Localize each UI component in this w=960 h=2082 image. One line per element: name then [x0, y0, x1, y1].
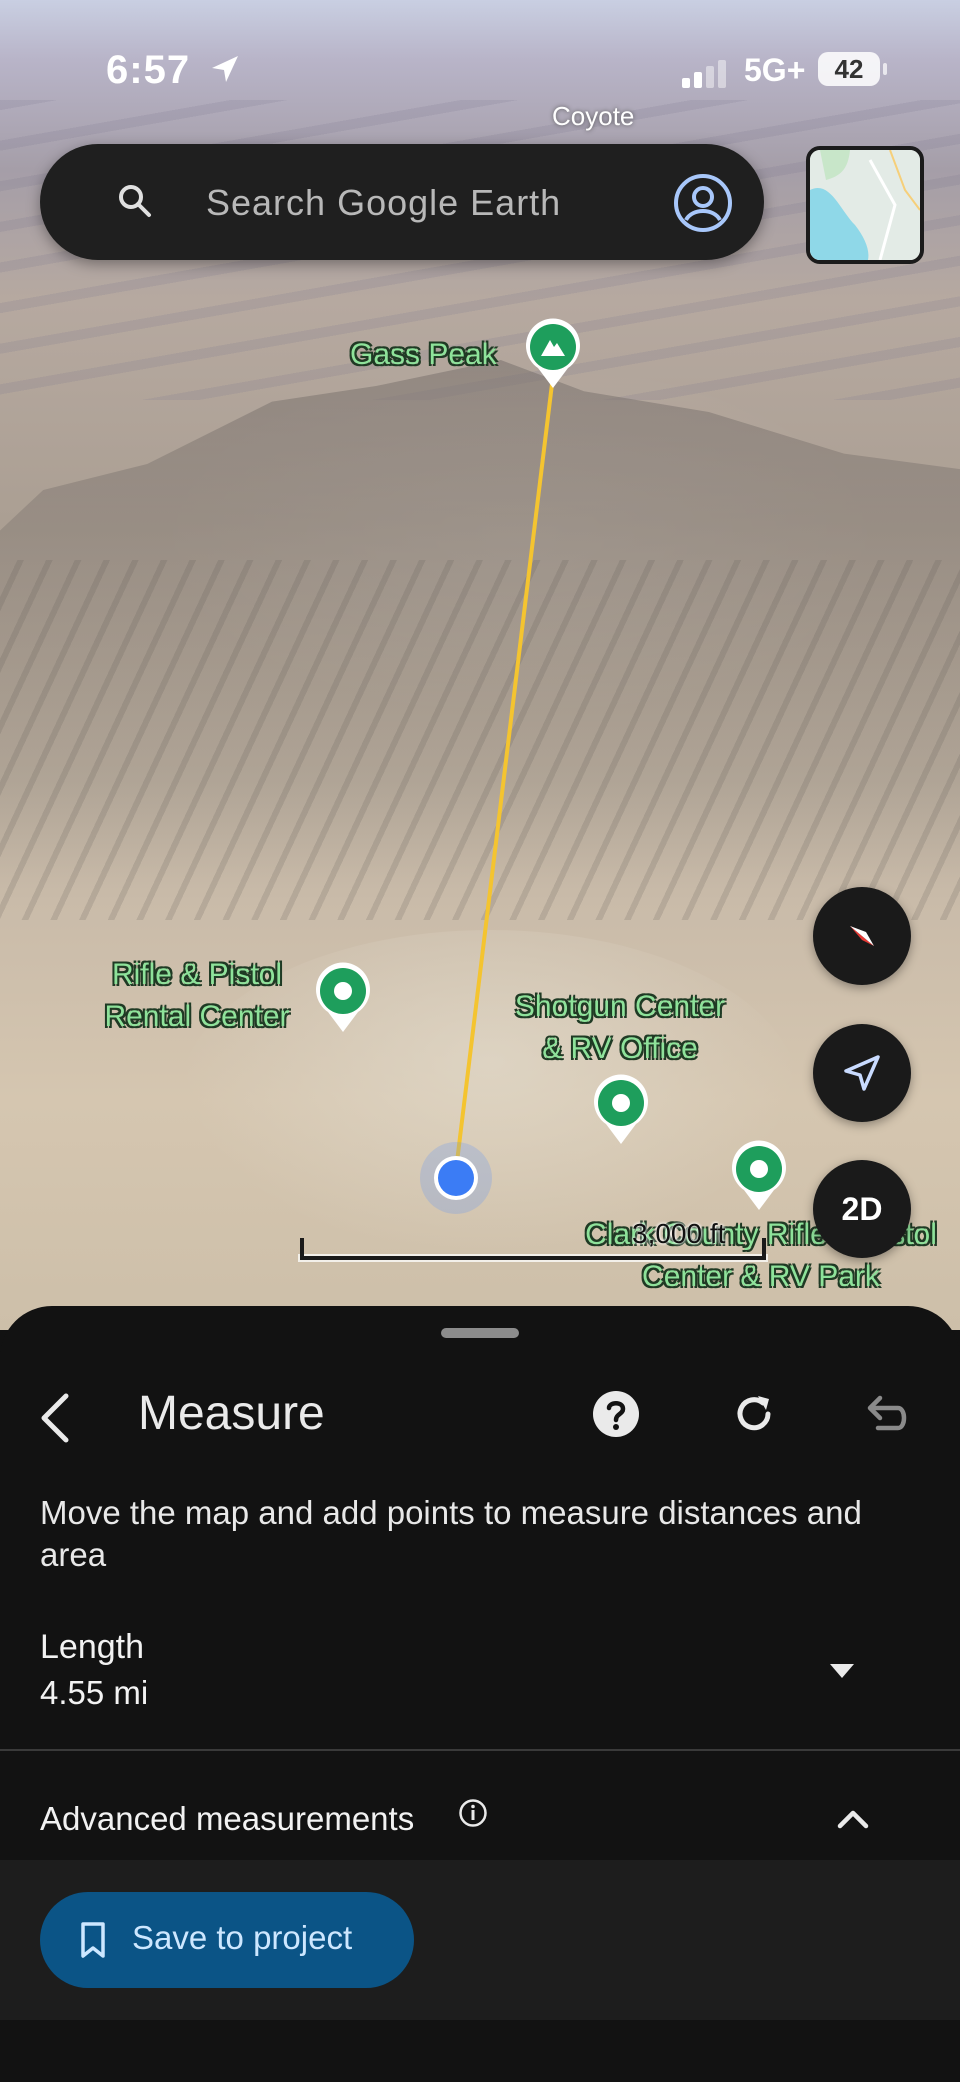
rifle-pistol-label-line2: Rental Center — [104, 1000, 290, 1033]
map-thumbnail-icon — [810, 150, 920, 260]
place-pin-icon — [316, 962, 370, 1032]
search-input[interactable]: Search Google Earth — [206, 182, 561, 224]
advanced-measurements-label[interactable]: Advanced measurements — [40, 1800, 414, 1838]
location-services-icon — [212, 56, 238, 82]
rifle-pistol-label[interactable]: Rifle & Pistol Rental Center — [92, 954, 302, 1038]
chevron-up-icon[interactable] — [836, 1808, 870, 1830]
rifle-pistol-label-line1: Rifle & Pistol — [111, 958, 283, 991]
gass-peak-pin[interactable] — [524, 318, 582, 395]
shotgun-center-label-line2: & RV Office — [542, 1032, 698, 1065]
battery-level: 42 — [834, 53, 864, 84]
cellular-signal-icon — [682, 60, 726, 88]
info-icon[interactable] — [458, 1798, 488, 1828]
mountain-pin-icon — [526, 318, 580, 388]
status-time: 6:57 — [106, 48, 191, 92]
shotgun-center-label[interactable]: Shotgun Center & RV Office — [500, 986, 740, 1070]
measure-panel: Measure Move the map and add points to m… — [0, 1306, 960, 2082]
view-mode-button[interactable]: 2D — [813, 1160, 911, 1258]
rifle-pistol-pin[interactable] — [314, 962, 372, 1039]
my-location-button[interactable] — [813, 1024, 911, 1122]
undo-icon[interactable] — [864, 1392, 910, 1436]
current-location-dot — [420, 1142, 492, 1214]
bookmark-icon — [81, 1922, 105, 1958]
save-to-project-label: Save to project — [132, 1919, 353, 1956]
place-pin-icon — [594, 1074, 648, 1144]
account-icon[interactable] — [672, 172, 734, 234]
save-to-project-button[interactable]: Save to project — [40, 1892, 414, 1988]
units-dropdown-icon[interactable] — [828, 1660, 856, 1680]
clark-county-pin[interactable] — [730, 1140, 788, 1217]
map-type-button[interactable] — [806, 146, 924, 264]
coyote-label: Coyote — [552, 101, 635, 131]
scale-label: 3,000 ft — [632, 1218, 726, 1249]
shotgun-center-label-line1: Shotgun Center — [514, 990, 726, 1023]
search-icon — [119, 185, 151, 217]
view-mode-label: 2D — [841, 1190, 883, 1227]
navigation-arrow-icon — [844, 1055, 880, 1091]
compass-icon — [850, 926, 874, 946]
compass-button[interactable] — [813, 887, 911, 985]
place-pin-icon — [732, 1140, 786, 1210]
length-label: Length — [40, 1628, 144, 1666]
gass-peak-label[interactable]: Gass Peak — [350, 334, 497, 376]
clark-county-label-line2: Center & RV Park — [642, 1260, 880, 1293]
battery-icon: 42 — [818, 52, 887, 86]
refresh-icon[interactable] — [730, 1390, 778, 1438]
help-icon[interactable] — [592, 1390, 640, 1438]
search-bar[interactable]: Search Google Earth — [40, 144, 764, 260]
section-divider — [0, 1749, 960, 1751]
length-value: 4.55 mi — [40, 1674, 149, 1711]
shotgun-center-pin[interactable] — [592, 1074, 650, 1151]
status-bar: 6:57 5G+ 42 — [0, 0, 960, 140]
drag-handle[interactable] — [441, 1328, 519, 1338]
back-arrow-icon[interactable] — [34, 1388, 74, 1448]
network-type: 5G+ — [744, 52, 806, 88]
instructions-text: Move the map and add points to measure d… — [40, 1494, 862, 1573]
panel-title: Measure — [138, 1387, 325, 1440]
